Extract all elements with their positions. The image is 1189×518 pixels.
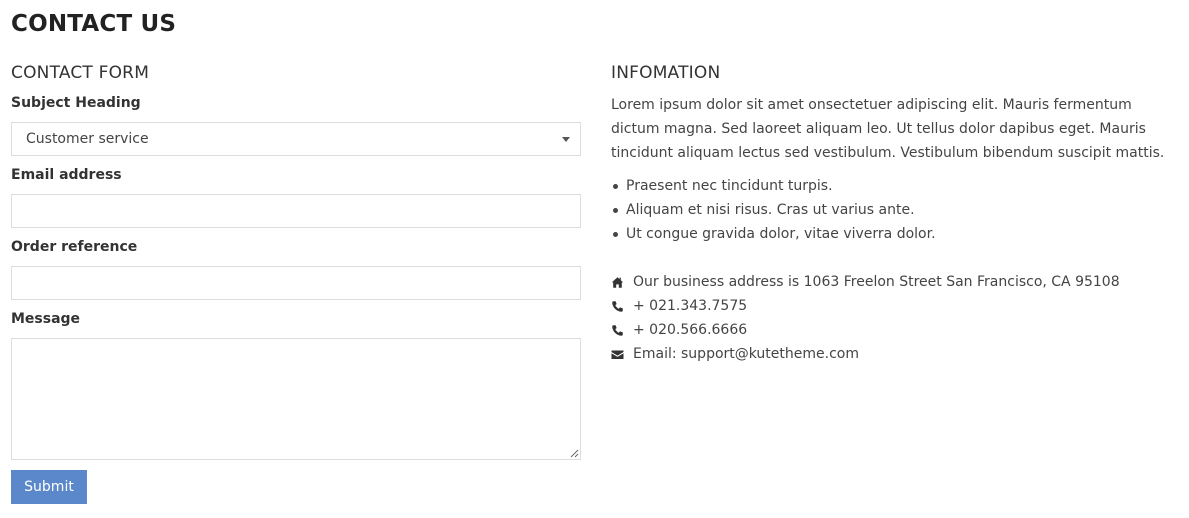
contact-phone-item: + 021.343.7575 (611, 294, 1181, 318)
contact-phone-text: + 020.566.6666 (633, 322, 748, 338)
page-title: CONTACT US (11, 11, 177, 37)
phone-icon (611, 324, 624, 337)
information-title: INFOMATION (611, 63, 721, 83)
contact-email-item: Email: support@kutetheme.com (611, 342, 1181, 366)
subject-heading-value: Customer service (26, 131, 149, 147)
home-icon (611, 276, 624, 289)
email-label: Email address (11, 167, 122, 183)
email-field[interactable] (11, 194, 581, 228)
bullet-item: Praesent nec tincidunt turpis. (611, 174, 1181, 198)
bullet-item: Aliquam et nisi risus. Cras ut varius an… (611, 198, 1181, 222)
contact-form: CONTACT FORM Subject Heading Customer se… (11, 60, 581, 504)
caret-down-icon (562, 137, 570, 142)
contact-phone-item: + 020.566.6666 (611, 318, 1181, 342)
message-wrapper (11, 338, 581, 460)
subject-heading-select[interactable]: Customer service (11, 122, 581, 156)
phone-icon (611, 300, 624, 313)
information-bullet-list: Praesent nec tincidunt turpis. Aliquam e… (611, 174, 1181, 246)
submit-button[interactable]: Submit (11, 470, 87, 504)
order-reference-label: Order reference (11, 239, 138, 255)
information-paragraph: Lorem ipsum dolor sit amet onsectetuer a… (611, 97, 1165, 161)
contact-phone-text: + 021.343.7575 (633, 298, 748, 314)
subject-heading-label: Subject Heading (11, 95, 141, 111)
contact-address-text: Our business address is 1063 Freelon Str… (633, 274, 1120, 290)
contact-form-title: CONTACT FORM (11, 63, 150, 83)
contact-address-item: Our business address is 1063 Freelon Str… (611, 270, 1181, 294)
contact-details-list: Our business address is 1063 Freelon Str… (611, 270, 1181, 366)
information-panel: INFOMATION Lorem ipsum dolor sit amet on… (611, 60, 1181, 366)
message-label: Message (11, 311, 81, 327)
resize-grip-icon[interactable] (570, 449, 579, 458)
order-reference-field[interactable] (11, 266, 581, 300)
bullet-item: Ut congue gravida dolor, vitae viverra d… (611, 222, 1181, 246)
envelope-icon (611, 348, 624, 361)
contact-email-text: Email: support@kutetheme.com (633, 346, 859, 362)
message-textarea[interactable] (11, 338, 581, 460)
